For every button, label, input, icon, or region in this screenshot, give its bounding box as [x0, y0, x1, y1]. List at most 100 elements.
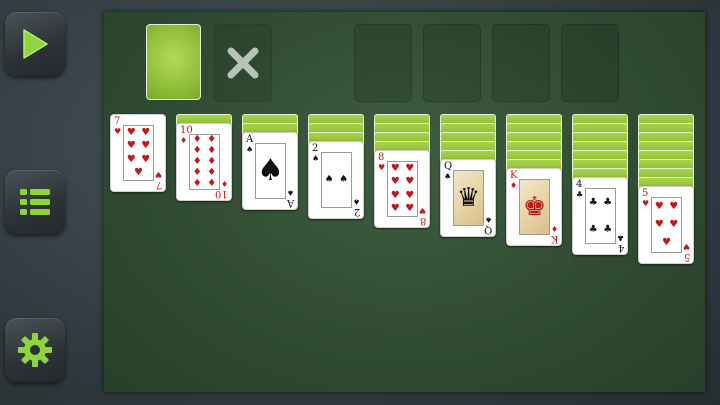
foundation-slot-3[interactable]	[492, 24, 550, 102]
card-rank: K	[550, 233, 558, 244]
card-pip: ♠	[324, 174, 334, 185]
card-pip: ♥	[405, 189, 415, 201]
card-pip: ♥	[141, 140, 151, 152]
card-suit: ♠	[286, 188, 294, 197]
menu-list-icon	[20, 189, 50, 215]
card-suit: ♠	[444, 172, 452, 181]
tableau-card[interactable]: 7 ♥ 7 ♥ ♥ ♥ ♥ ♥ ♥ ♥ ♥	[110, 114, 166, 192]
card-pip: ♣	[603, 223, 613, 235]
card-center: ♦ ♦ ♦ ♦ ♦ ♦ ♦ ♦ ♦ ♦	[189, 134, 220, 190]
card-suit: ♠	[312, 154, 320, 163]
card-rank: 8	[419, 215, 426, 226]
foundation-slot-2[interactable]	[423, 24, 481, 102]
card-pip: ♦	[192, 155, 202, 167]
card-pip: ♦	[192, 166, 202, 178]
card-center: ♥ ♥ ♥ ♥ ♥ ♥ ♥	[123, 125, 154, 181]
card-pip: ♦	[207, 155, 217, 167]
card-rank: A	[246, 134, 254, 145]
tableau-card[interactable]: 4 ♣ 4 ♣ ♣ ♣ ♣ ♣	[572, 177, 628, 255]
card-center: ♛	[453, 170, 484, 226]
card-rank: Q	[483, 224, 492, 235]
card-center: ♠	[255, 143, 286, 199]
card-pip: ♥	[405, 203, 415, 215]
card-rank: Q	[444, 161, 453, 172]
card-center: ♚	[519, 179, 550, 235]
card-pip: ♦	[192, 134, 202, 146]
card-pip: ♥	[669, 219, 679, 230]
card-pip: ♥	[390, 176, 400, 188]
card-pip: ♥	[141, 153, 151, 165]
card-rank: A	[286, 197, 294, 208]
card-suit: ♦	[180, 136, 188, 145]
tableau-card[interactable]: 8 ♥ 8 ♥ ♥ ♥ ♥ ♥ ♥ ♥ ♥ ♥	[374, 150, 430, 228]
card-suit: ♣	[576, 190, 584, 199]
card-pip: ♥	[654, 219, 664, 230]
menu-button[interactable]	[5, 170, 65, 234]
card-pip: ♦	[192, 145, 202, 157]
card-rank: 7	[155, 179, 162, 190]
card-pip: ♥	[654, 201, 664, 212]
card-suit: ♥	[154, 170, 162, 179]
tableau-card[interactable]: 2 ♠ 2 ♠ ♠ ♠	[308, 141, 364, 219]
tableau-card[interactable]: 5 ♥ 5 ♥ ♥ ♥ ♥ ♥ ♥	[638, 186, 694, 264]
card-suit: ♣	[616, 233, 624, 242]
card-pip: ♦	[207, 134, 217, 146]
card-pip: ♣	[588, 223, 598, 235]
card-suit-large: ♠	[257, 153, 284, 188]
card-suit: ♥	[682, 242, 690, 251]
card-rank: 2	[353, 206, 360, 217]
card-pip: ♥	[390, 189, 400, 201]
card-center: ♠ ♠	[321, 152, 352, 208]
card-pip: ♥	[390, 203, 400, 215]
card-rank: 8	[378, 152, 385, 163]
card-pip: ♦	[207, 166, 217, 178]
card-pip: ♥	[126, 153, 136, 165]
face-figure: ♚	[520, 180, 549, 234]
tableau-card[interactable]: K ♦ K ♦ ♚	[506, 168, 562, 246]
close-icon	[227, 47, 259, 79]
card-pip: ♥	[405, 162, 415, 174]
card-pip: ♦	[207, 177, 217, 189]
tableau-card[interactable]: 10 ♦ 10 ♦ ♦ ♦ ♦ ♦ ♦ ♦ ♦ ♦ ♦ ♦	[176, 123, 232, 201]
card-center: ♥ ♥ ♥ ♥ ♥ ♥ ♥ ♥	[387, 161, 418, 217]
card-pip: ♠	[339, 174, 349, 185]
card-suit: ♦	[510, 181, 518, 190]
card-suit: ♥	[114, 127, 122, 136]
card-pip: ♥	[126, 140, 136, 152]
play-button[interactable]	[5, 12, 65, 76]
face-figure: ♛	[454, 171, 483, 225]
card-rank: 5	[683, 251, 690, 262]
card-pip: ♣	[603, 196, 613, 208]
card-rank: 4	[617, 242, 624, 253]
card-suit: ♥	[378, 163, 386, 172]
card-rank: 4	[576, 179, 583, 190]
tableau-card[interactable]: Q ♠ Q ♠ ♛	[440, 159, 496, 237]
card-center: ♥ ♥ ♥ ♥ ♥	[651, 197, 682, 253]
card-suit: ♦	[550, 224, 558, 233]
card-rank: 5	[642, 188, 649, 199]
settings-button[interactable]	[5, 318, 65, 382]
card-suit: ♠	[484, 215, 492, 224]
card-pip: ♣	[588, 196, 598, 208]
card-pip: ♥	[126, 126, 136, 138]
game-table: 7 ♥ 7 ♥ ♥ ♥ ♥ ♥ ♥ ♥ ♥ 10 ♦ 10 ♦ ♦ ♦ ♦ ♦ ♦ ♦ ♦ ♦ ♦ ♦ A ♠ A ♠ ♠ 2 ♠ 2 ♠ ♠ ♠ 8 ♥…	[104, 12, 705, 392]
waste-slot[interactable]	[214, 24, 272, 102]
foundation-slot-4[interactable]	[561, 24, 619, 102]
card-suit: ♠	[246, 145, 254, 154]
gear-icon	[18, 333, 52, 367]
foundation-slot-1[interactable]	[354, 24, 412, 102]
card-rank: 7	[114, 116, 121, 127]
card-center: ♣ ♣ ♣ ♣	[585, 188, 616, 244]
card-suit: ♥	[418, 206, 426, 215]
card-pip: ♥	[390, 162, 400, 174]
card-pip: ♥	[405, 176, 415, 188]
tableau-card[interactable]: A ♠ A ♠ ♠	[242, 132, 298, 210]
stock-pile[interactable]	[146, 24, 201, 100]
card-pip: ♥	[669, 201, 679, 212]
card-rank: K	[510, 170, 518, 181]
card-suit: ♥	[642, 199, 650, 208]
card-pip: ♦	[192, 177, 202, 189]
play-icon	[23, 29, 48, 59]
card-rank: 2	[312, 143, 319, 154]
card-suit: ♠	[352, 197, 360, 206]
